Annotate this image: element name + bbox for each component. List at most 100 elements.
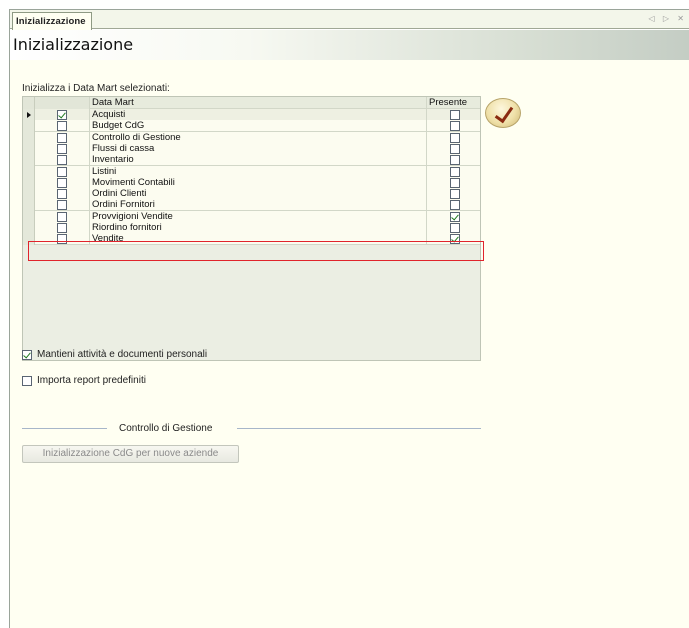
presente-cell	[427, 132, 480, 144]
data-mart-name: Listini	[90, 165, 427, 178]
presente-cell	[427, 199, 480, 211]
row-indicator[interactable]	[23, 120, 35, 133]
row-indicator[interactable]	[23, 199, 35, 212]
import-reports-checkbox[interactable]	[22, 376, 32, 386]
select-checkbox[interactable]	[57, 223, 67, 233]
presente-checkbox[interactable]	[450, 155, 460, 166]
row-indicator[interactable]	[23, 131, 35, 144]
presente-checkbox[interactable]	[450, 177, 460, 188]
presente-cell	[427, 143, 480, 155]
select-checkbox[interactable]	[57, 177, 67, 188]
presente-checkbox[interactable]	[450, 234, 460, 245]
select-checkbox[interactable]	[57, 189, 67, 200]
presente-cell	[427, 109, 480, 121]
presente-cell	[427, 177, 480, 189]
data-mart-name: Ordini Clienti	[90, 188, 427, 201]
row-indicator[interactable]	[23, 154, 35, 167]
select-cell	[35, 222, 90, 234]
section-label: Inizializza i Data Mart selezionati:	[22, 83, 170, 94]
data-mart-name: Flussi di cassa	[90, 142, 427, 155]
presente-checkbox[interactable]	[450, 223, 460, 233]
header-check-cell	[35, 97, 90, 109]
presente-checkbox[interactable]	[450, 143, 460, 154]
table-row[interactable]: Listini	[23, 165, 480, 178]
table-row[interactable]: Ordini Clienti	[23, 188, 480, 201]
data-mart-name: Riordino fornitori	[90, 222, 427, 234]
data-mart-name: Budget CdG	[90, 120, 427, 133]
select-cell	[35, 109, 90, 121]
table-row[interactable]: Provvigioni Vendite	[23, 210, 480, 223]
content-area: Inizializzazione Inizializza i Data Mart…	[10, 30, 689, 628]
table-row[interactable]: Movimenti Contabili	[23, 176, 480, 189]
select-checkbox[interactable]	[57, 132, 67, 143]
page-title: Inizializzazione	[13, 35, 134, 54]
table-row[interactable]: Budget CdG	[23, 120, 480, 133]
tab-strip: Inizializzazione ◁ ▷ ✕	[10, 10, 689, 30]
column-header-data-mart[interactable]: Data Mart	[90, 97, 427, 109]
presente-checkbox[interactable]	[450, 110, 460, 120]
select-checkbox[interactable]	[57, 155, 67, 166]
data-mart-name: Vendite	[90, 233, 427, 246]
row-indicator[interactable]	[23, 188, 35, 201]
select-cell	[35, 199, 90, 212]
row-indicator[interactable]	[23, 210, 35, 223]
presente-cell	[427, 211, 480, 223]
select-checkbox[interactable]	[57, 110, 67, 120]
init-cdg-button[interactable]: Inizializzazione CdG per nuove aziende	[22, 445, 239, 463]
select-cell	[35, 165, 90, 178]
header-indicator-cell	[23, 97, 35, 109]
row-indicator[interactable]	[23, 233, 35, 246]
select-checkbox[interactable]	[57, 166, 67, 177]
table-row[interactable]: Ordini Fornitori	[23, 199, 480, 212]
table-row[interactable]: Vendite	[23, 233, 480, 246]
select-cell	[35, 176, 90, 189]
table-row[interactable]: Controllo di Gestione	[23, 131, 480, 144]
row-indicator[interactable]	[23, 109, 35, 121]
header-band: Inizializzazione	[10, 30, 689, 60]
group-title: Controllo di Gestione	[119, 423, 213, 434]
select-cell	[35, 154, 90, 167]
presente-checkbox[interactable]	[450, 200, 460, 211]
group-divider-right	[237, 428, 481, 429]
select-cell	[35, 120, 90, 133]
select-cell	[35, 188, 90, 201]
table-row[interactable]: Riordino fornitori	[23, 222, 480, 234]
select-cell	[35, 210, 90, 223]
data-mart-name: Controllo di Gestione	[90, 131, 427, 144]
presente-cell	[427, 120, 480, 132]
keep-personal-checkbox[interactable]	[22, 350, 32, 360]
table-row[interactable]: Acquisti	[23, 109, 480, 121]
row-indicator[interactable]	[23, 165, 35, 178]
presente-checkbox[interactable]	[450, 211, 460, 222]
tab-inizializzazione[interactable]: Inizializzazione	[12, 12, 92, 30]
table-row[interactable]: Inventario	[23, 154, 480, 167]
presente-checkbox[interactable]	[450, 166, 460, 177]
presente-cell	[427, 154, 480, 166]
row-indicator[interactable]	[23, 176, 35, 189]
data-mart-grid: Data Mart Presente Acquisti Budget CdG Con…	[22, 96, 481, 361]
data-mart-name: Ordini Fornitori	[90, 199, 427, 212]
confirm-check-button[interactable]	[485, 98, 521, 128]
select-checkbox[interactable]	[57, 200, 67, 211]
presente-cell	[427, 222, 480, 234]
select-cell	[35, 233, 90, 246]
column-header-presente[interactable]: Presente	[427, 97, 480, 109]
tab-navigation-arrows[interactable]: ◁ ▷ ✕	[649, 14, 687, 23]
presente-checkbox[interactable]	[450, 121, 460, 132]
data-mart-name: Acquisti	[90, 109, 427, 121]
presente-checkbox[interactable]	[450, 132, 460, 143]
row-indicator[interactable]	[23, 222, 35, 234]
presente-cell	[427, 188, 480, 200]
table-row[interactable]: Flussi di cassa	[23, 142, 480, 155]
select-checkbox[interactable]	[57, 211, 67, 222]
data-mart-name: Inventario	[90, 154, 427, 167]
select-checkbox[interactable]	[57, 121, 67, 132]
select-cell	[35, 142, 90, 155]
grid-header-row: Data Mart Presente	[23, 97, 480, 109]
row-indicator[interactable]	[23, 142, 35, 155]
keep-personal-label: Mantieni attività e documenti personali	[37, 349, 208, 360]
presente-cell	[427, 233, 480, 245]
select-checkbox[interactable]	[57, 143, 67, 154]
select-checkbox[interactable]	[57, 234, 67, 245]
presente-checkbox[interactable]	[450, 189, 460, 200]
